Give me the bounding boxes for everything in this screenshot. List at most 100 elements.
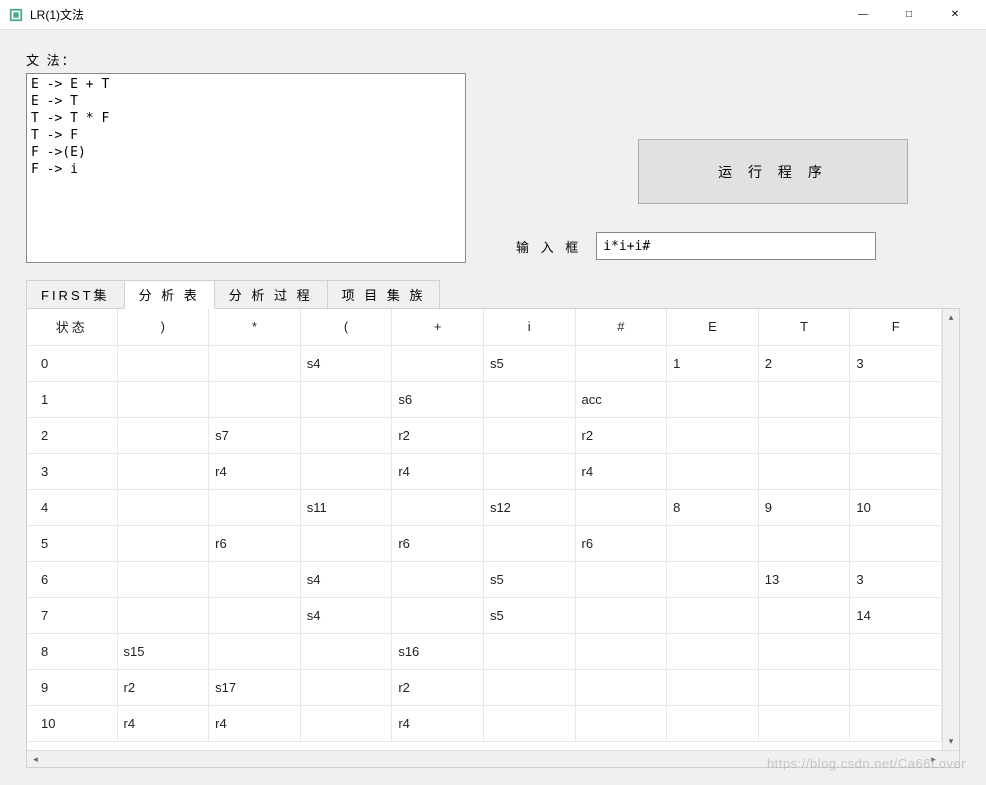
table-row[interactable]: 1s6acc [27,381,942,417]
table-header-row: 状态 ) * ( + i # E T F [27,309,942,345]
table-row[interactable]: 0s4s5123 [27,345,942,381]
cell: s6 [392,381,484,417]
tab-parse-table[interactable]: 分 析 表 [124,280,215,309]
cell [300,705,392,741]
cell [392,597,484,633]
cell: r4 [392,705,484,741]
horizontal-scrollbar[interactable] [27,750,959,767]
input-label: 输 入 框 [516,237,582,256]
table-row[interactable]: 2s7r2r2 [27,417,942,453]
cell-state: 0 [27,345,117,381]
table-row[interactable]: 10r4r4r4 [27,705,942,741]
cell [575,561,667,597]
col-plus: + [392,309,484,345]
cell [575,705,667,741]
cell [117,525,209,561]
titlebar: LR(1)文法 — □ ✕ [0,0,986,30]
cell: s17 [209,669,301,705]
table-row[interactable]: 8s15s16 [27,633,942,669]
cell [850,417,942,453]
table-viewport: 状态 ) * ( + i # E T F [27,309,942,750]
cell [209,345,301,381]
table-row[interactable]: 3 r4 r4 r4 [27,453,942,489]
run-button[interactable]: 运 行 程 序 [638,139,908,204]
cell: r4 [117,705,209,741]
grammar-panel: 文 法： [26,50,466,266]
cell [575,633,667,669]
col-E: E [667,309,759,345]
cell [117,417,209,453]
cell: r2 [117,669,209,705]
grammar-label: 文 法： [26,50,466,69]
input-field[interactable] [596,232,876,260]
vertical-scrollbar[interactable] [942,309,959,750]
cell [667,597,759,633]
cell: s4 [300,345,392,381]
app-icon [8,7,24,23]
cell: r6 [575,525,667,561]
cell: r4 [209,453,301,489]
cell: r6 [209,525,301,561]
cell: 14 [850,597,942,633]
cell: r4 [575,453,667,489]
table-row[interactable]: 7s4s514 [27,597,942,633]
cell [117,489,209,525]
cell [667,453,759,489]
cell [758,525,850,561]
tabs-wrapper: FIRST集 分 析 表 分 析 过 程 项 目 集 族 状态 ) * ( [26,280,960,768]
table-row[interactable]: 5r6r6r6 [27,525,942,561]
cell [667,633,759,669]
cell-state: 2 [27,417,117,453]
cell: r4 [392,453,484,489]
col-state: 状态 [27,309,117,345]
close-button[interactable]: ✕ [932,0,978,30]
right-panel: 运 行 程 序 输 入 框 [486,50,960,260]
cell [117,345,209,381]
table-row[interactable]: 9r2s17r2 [27,669,942,705]
cell: r2 [392,417,484,453]
col-star: * [209,309,301,345]
cell [483,381,575,417]
cell: s16 [392,633,484,669]
cell [758,669,850,705]
table-row[interactable]: 6s4s5133 [27,561,942,597]
cell [300,417,392,453]
cell [392,561,484,597]
cell: s4 [300,561,392,597]
cell: r2 [392,669,484,705]
cell [850,381,942,417]
cell [300,525,392,561]
tab-parse-process[interactable]: 分 析 过 程 [214,280,328,309]
cell [667,381,759,417]
grammar-textarea[interactable] [26,73,466,263]
cell [117,381,209,417]
cell [483,417,575,453]
col-F: F [850,309,942,345]
tab-first-set[interactable]: FIRST集 [26,280,125,309]
cell: 10 [850,489,942,525]
table-row[interactable]: 4s11s128910 [27,489,942,525]
cell [117,597,209,633]
cell [300,633,392,669]
maximize-button[interactable]: □ [886,0,932,30]
cell: s5 [483,561,575,597]
cell [300,381,392,417]
cell: 3 [850,561,942,597]
input-row: 输 入 框 [516,232,950,260]
cell [758,633,850,669]
cell: s12 [483,489,575,525]
tabstrip: FIRST集 分 析 表 分 析 过 程 项 目 集 族 [26,280,960,309]
cell [758,453,850,489]
tab-item-sets[interactable]: 项 目 集 族 [327,280,441,309]
cell [575,597,667,633]
cell: 8 [667,489,759,525]
cell [209,489,301,525]
cell: 1 [667,345,759,381]
cell-state: 3 [27,453,117,489]
cell-state: 9 [27,669,117,705]
cell [758,381,850,417]
cell [117,453,209,489]
cell [667,669,759,705]
col-rparen: ) [117,309,209,345]
minimize-button[interactable]: — [840,0,886,30]
